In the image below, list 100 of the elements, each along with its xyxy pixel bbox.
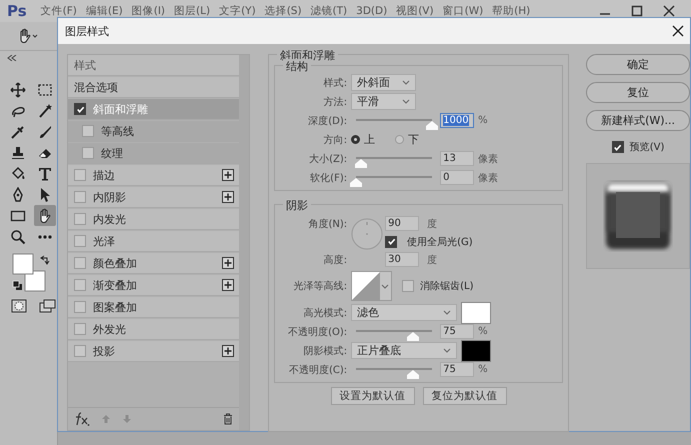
angle-field[interactable]: 90 xyxy=(385,216,420,231)
style-label: 纹理 xyxy=(101,146,124,160)
menu-item[interactable]: 视图(V) xyxy=(396,4,434,18)
bucket-tool-icon xyxy=(10,166,26,182)
default-button[interactable]: 设置为默认值 xyxy=(330,387,415,405)
menu-item[interactable]: 图像(I) xyxy=(132,4,166,18)
selected-text: 1000 xyxy=(443,115,469,126)
checkbox[interactable] xyxy=(74,279,86,291)
action-button[interactable]: 复位 xyxy=(586,82,690,103)
style-label: 混合选项 xyxy=(74,80,119,94)
field-label: 深度(D): xyxy=(307,114,348,128)
checkbox[interactable] xyxy=(612,141,624,153)
menu-item[interactable]: 文字(Y) xyxy=(219,4,256,18)
slider-thumb[interactable] xyxy=(407,370,420,379)
field-label: 不透明度(C): xyxy=(288,364,348,376)
checkbox[interactable] xyxy=(74,323,86,335)
checkbox[interactable] xyxy=(82,147,94,159)
style-dropdown[interactable]: 外斜面 xyxy=(351,74,416,91)
quick-mask-icon[interactable] xyxy=(11,299,27,313)
style-label: 外发光 xyxy=(93,322,127,336)
radio-button[interactable] xyxy=(395,135,404,144)
chevron-down-icon xyxy=(443,310,452,315)
checkbox[interactable] xyxy=(385,236,398,248)
menu-item[interactable]: 编辑(E) xyxy=(86,4,123,18)
color-swatch[interactable] xyxy=(461,302,492,324)
slider-thumb[interactable] xyxy=(426,121,438,130)
type-tool-icon xyxy=(37,166,53,182)
number-field[interactable]: 1000 xyxy=(440,113,474,128)
menu-item[interactable]: 滤镜(T) xyxy=(310,4,348,18)
style-label: 内发光 xyxy=(93,212,127,226)
style-label: 光泽 xyxy=(93,234,116,248)
default-button[interactable]: 复位为默认值 xyxy=(422,387,507,405)
checkbox[interactable] xyxy=(74,301,86,313)
add-icon[interactable] xyxy=(222,345,234,357)
checkbox[interactable] xyxy=(74,191,86,203)
checkbox[interactable] xyxy=(82,125,94,137)
more-tool-icon xyxy=(38,234,52,238)
style-list-item[interactable]: 光泽 xyxy=(68,231,240,252)
technique-dropdown[interactable]: 平滑 xyxy=(351,93,416,110)
style-list-item[interactable]: 内阴影 xyxy=(68,187,240,208)
blend-mode-dropdown[interactable]: 正片叠底 xyxy=(351,342,458,359)
checkbox[interactable] xyxy=(74,235,86,247)
collapse-icon[interactable] xyxy=(7,55,17,61)
number-field[interactable]: 75 xyxy=(440,362,474,377)
app-logo[interactable]: Ps xyxy=(7,2,27,20)
checkbox[interactable] xyxy=(74,213,86,225)
style-list-item[interactable]: 描边 xyxy=(68,165,240,186)
menu-item[interactable]: 选择(S) xyxy=(264,4,302,18)
group-title: 阴影 xyxy=(283,198,312,213)
contour-picker[interactable] xyxy=(351,271,392,301)
style-list-item[interactable]: 投影 xyxy=(68,341,240,362)
style-list-item[interactable]: 内发光 xyxy=(68,209,240,230)
add-icon[interactable] xyxy=(222,191,234,203)
checkbox[interactable] xyxy=(74,345,86,357)
screen-mode-icon[interactable] xyxy=(39,299,57,313)
style-list-item[interactable]: 等高线 xyxy=(68,121,240,142)
menu-item[interactable]: 3D(D) xyxy=(356,5,388,17)
style-list-item[interactable]: 渐变叠加 xyxy=(68,275,240,296)
close-icon[interactable] xyxy=(663,5,675,17)
add-icon[interactable] xyxy=(222,279,234,291)
trash-icon[interactable] xyxy=(223,413,234,425)
menu-item[interactable]: 文件(F) xyxy=(40,4,77,18)
slider-thumb[interactable] xyxy=(355,159,368,168)
field-label: 高光模式: xyxy=(302,306,348,320)
add-icon[interactable] xyxy=(222,169,234,181)
number-field[interactable]: 75 xyxy=(440,324,474,339)
style-label: 渐变叠加 xyxy=(93,278,138,292)
maximize-icon[interactable] xyxy=(631,5,643,17)
menu-item[interactable]: 帮助(H) xyxy=(492,4,530,18)
close-icon[interactable] xyxy=(672,25,684,37)
style-list-item[interactable]: 外发光 xyxy=(68,319,240,340)
color-swatch[interactable] xyxy=(461,340,492,362)
action-button[interactable]: 新建样式(W)... xyxy=(586,110,690,131)
style-label: 投影 xyxy=(93,344,116,358)
action-button[interactable]: 确定 xyxy=(586,54,690,75)
checkbox[interactable] xyxy=(74,169,86,181)
checkbox-label: 预览(V) xyxy=(630,141,664,154)
style-list-item[interactable]: 颜色叠加 xyxy=(68,253,240,274)
number-field[interactable]: 0 xyxy=(440,170,474,185)
field-label: 不透明度(O): xyxy=(287,326,348,338)
style-list-item[interactable]: 混合选项 xyxy=(68,77,240,98)
tool-button[interactable] xyxy=(34,205,56,226)
radio-button[interactable] xyxy=(351,135,360,144)
number-field[interactable]: 13 xyxy=(440,151,474,166)
fx-icon[interactable] xyxy=(74,412,90,426)
style-label: 颜色叠加 xyxy=(93,256,138,270)
slider-thumb[interactable] xyxy=(350,178,362,187)
style-label: 等高线 xyxy=(101,124,135,138)
style-list-item[interactable]: 纹理 xyxy=(68,143,240,164)
menu-item[interactable]: 窗口(W) xyxy=(442,4,484,18)
blend-mode-dropdown[interactable]: 滤色 xyxy=(351,304,458,321)
checkbox[interactable] xyxy=(74,103,86,115)
checkbox[interactable] xyxy=(74,257,86,269)
stamp-tool-icon xyxy=(10,144,26,160)
checkbox[interactable] xyxy=(402,280,414,292)
add-icon[interactable] xyxy=(222,257,234,269)
menu-item[interactable]: 图层(L) xyxy=(174,4,210,18)
scrollbar-track[interactable] xyxy=(239,55,250,430)
altitude-field[interactable]: 30 xyxy=(385,252,420,267)
style-list-item[interactable]: 图案叠加 xyxy=(68,297,240,318)
